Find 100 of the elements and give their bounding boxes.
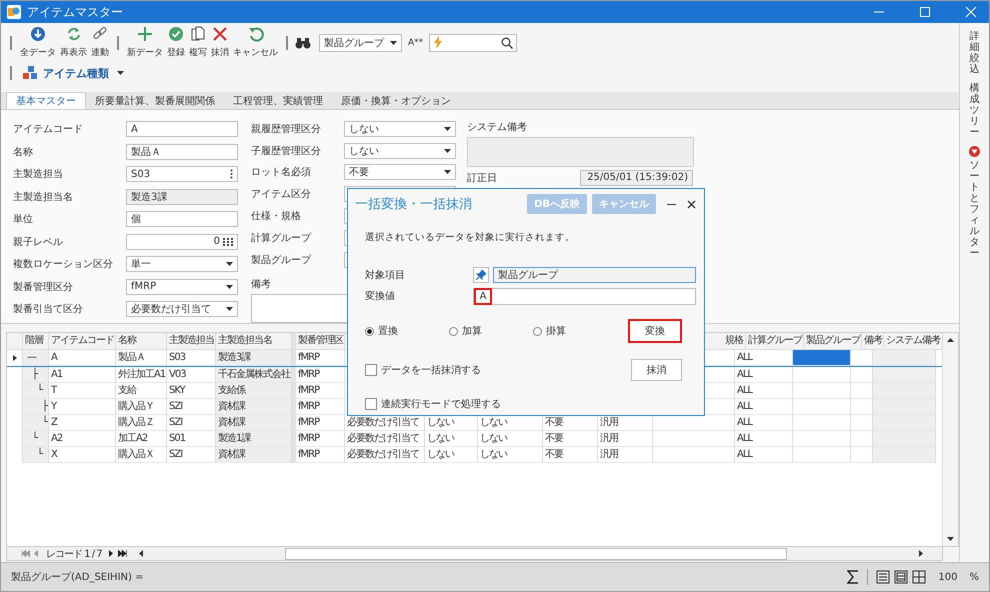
column-header[interactable]: 名称 [116, 332, 167, 349]
dropdown[interactable]: 不要 [344, 164, 456, 180]
delete-icon[interactable] [212, 26, 228, 42]
pin-button[interactable] [473, 267, 489, 283]
grid-view-icon[interactable] [912, 570, 926, 584]
binoculars-icon[interactable] [295, 36, 311, 50]
plus-icon[interactable] [137, 26, 153, 42]
field-label: 主製造担当名 [13, 190, 73, 204]
toolbar-button[interactable]: 再表示 [59, 26, 88, 60]
tab[interactable]: 所要量計算、製番展開関係 [86, 92, 224, 109]
caret-icon[interactable] [226, 284, 233, 289]
form-view-icon[interactable] [876, 570, 890, 584]
column-header[interactable]: 計算グループ [746, 332, 804, 349]
download-icon[interactable] [30, 26, 46, 42]
more-icon[interactable] [230, 169, 233, 180]
column-header[interactable]: 主製造担当 [167, 332, 216, 349]
input-field[interactable]: A [473, 288, 696, 304]
input-field[interactable]: 25/05/01 (15:39:02) [580, 170, 693, 186]
input-field[interactable]: 製品グループ [493, 267, 696, 283]
caret-icon[interactable] [226, 262, 233, 266]
column-header[interactable]: 備考 [862, 332, 884, 349]
dropdown[interactable]: 単一 [126, 256, 238, 272]
caret-icon[interactable] [444, 170, 451, 174]
toolbar-button[interactable]: キャンセル [232, 26, 279, 60]
table-cell: 支給 [116, 382, 167, 399]
toolbar-button[interactable]: 抹消 [210, 26, 230, 60]
table-cell: 資材課 [216, 446, 292, 463]
field-dropdown[interactable]: 製品グループ [319, 34, 402, 52]
column-header[interactable]: 階層 [23, 332, 49, 349]
toolbar-button[interactable]: 連動 [90, 26, 110, 60]
list-view-icon[interactable] [894, 570, 908, 584]
radio-button[interactable]: 置換 [365, 324, 449, 338]
sum-icon[interactable] [847, 570, 860, 584]
scroll-left-icon[interactable] [138, 550, 143, 557]
input-field[interactable]: 製造3課 [126, 188, 238, 205]
caret-icon[interactable] [117, 71, 124, 76]
scroll-down-icon[interactable] [947, 537, 954, 541]
delete-button[interactable]: 抹消 [631, 359, 682, 381]
dropdown[interactable]: fMRP [126, 278, 238, 295]
next-record-icon[interactable] [108, 550, 114, 557]
radio-button[interactable]: 掛算 [533, 324, 617, 338]
scroll-up-icon[interactable] [947, 338, 954, 342]
keypad-icon[interactable] [223, 238, 233, 246]
caret-icon[interactable] [444, 148, 451, 153]
search-icon[interactable] [501, 36, 514, 49]
table-cell: fMRP [296, 446, 345, 463]
refresh-icon[interactable] [66, 26, 82, 42]
dropdown[interactable]: しない [344, 120, 456, 137]
copy-icon[interactable] [190, 26, 206, 42]
field-label: 訂正日 [467, 172, 497, 185]
item-type-menu[interactable]: アイテム種類 [17, 64, 130, 82]
scroll-right-icon[interactable] [918, 550, 923, 557]
column-header[interactable]: アイテムコード [49, 332, 116, 349]
zoom-level: 100 [938, 572, 958, 582]
match-mode-label[interactable]: A** [408, 38, 424, 48]
table-cell: fMRP [296, 382, 345, 399]
caret-icon[interactable] [444, 126, 451, 131]
tab[interactable]: 原価・換算・オプション [332, 92, 460, 109]
pin-icon[interactable] [476, 270, 486, 280]
radio-button[interactable]: 加算 [449, 324, 533, 338]
checkbox[interactable]: 連続実行モードで処理する [365, 397, 631, 411]
search-field[interactable] [429, 34, 518, 52]
column-header[interactable]: 製番管理区 [296, 332, 345, 349]
tab[interactable]: 工程管理、実績管理 [224, 92, 332, 109]
field-label: 名称 [13, 146, 33, 159]
tree-branch: └ [23, 382, 49, 399]
input-field[interactable]: 個 [126, 211, 238, 228]
table-cell: 資材課 [216, 414, 292, 431]
close-icon[interactable] [687, 200, 696, 208]
table-cell: X [49, 446, 116, 463]
tab[interactable]: 基本マスター [6, 92, 86, 109]
side-panel-tab[interactable]: 構成ツリー [970, 83, 980, 138]
table-cell: fMRP [296, 366, 345, 383]
input-field[interactable]: A [126, 121, 238, 138]
maximize-icon[interactable] [919, 6, 931, 18]
last-record-icon[interactable] [118, 550, 127, 557]
convert-button[interactable]: 変換 [628, 319, 682, 343]
field-label: 変換値 [364, 290, 396, 303]
toolbar-button[interactable]: 登録 [166, 26, 186, 60]
side-panel-tab[interactable]: 詳細絞込 [970, 31, 980, 75]
check-icon[interactable] [168, 26, 184, 42]
input-field[interactable]: 0 [126, 234, 238, 250]
input-field[interactable]: 製品Ａ [126, 144, 238, 160]
undo-icon[interactable] [248, 26, 264, 42]
toolbar-button[interactable]: 複写 [188, 26, 208, 60]
side-panel-tab[interactable]: ソートとフィルター [970, 160, 980, 259]
memo-field[interactable] [467, 136, 694, 167]
input-field[interactable]: S03 [126, 166, 238, 182]
field-label: 製番管理区分 [13, 280, 73, 294]
caret-icon[interactable] [226, 307, 233, 312]
toolbar-button[interactable]: 新データ [126, 26, 164, 60]
checkbox[interactable]: データを一括抹消する [365, 363, 631, 377]
field-label: 子履歴管理区分 [251, 144, 321, 158]
column-header[interactable]: 製品グループ [804, 332, 862, 349]
dropdown[interactable]: しない [344, 142, 456, 159]
toolbar-button[interactable]: 全データ [19, 26, 57, 60]
caret-icon[interactable] [390, 40, 397, 45]
dropdown[interactable]: 必要数だけ引当て [126, 301, 238, 318]
table-cell: 加工A2 [116, 430, 167, 447]
scroll-thumb[interactable] [284, 548, 787, 560]
